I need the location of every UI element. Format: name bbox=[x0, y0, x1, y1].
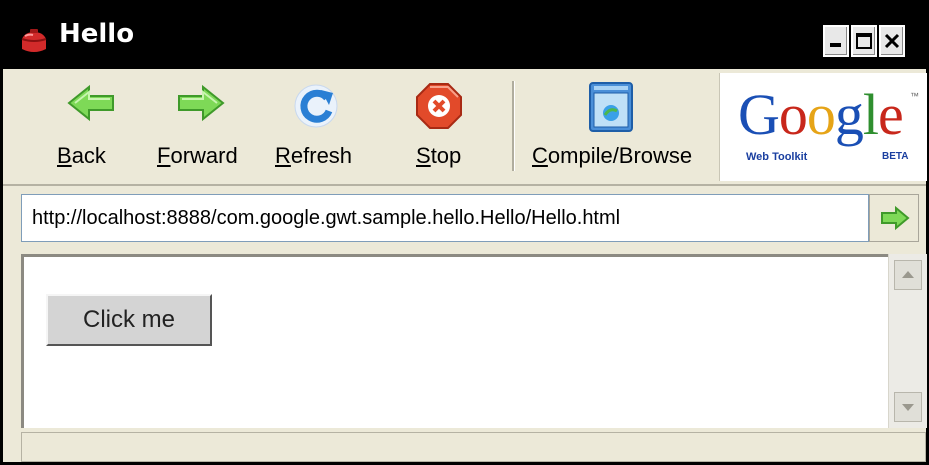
forward-arrow-icon bbox=[178, 84, 225, 122]
page-content: Click me bbox=[21, 254, 888, 428]
refresh-icon bbox=[294, 84, 338, 128]
close-icon bbox=[884, 33, 900, 49]
window-title: Hello bbox=[59, 19, 135, 49]
scroll-down-button[interactable] bbox=[894, 392, 922, 422]
scroll-up-icon bbox=[902, 271, 914, 278]
google-wordmark: Google bbox=[738, 82, 904, 147]
scroll-down-icon bbox=[902, 404, 914, 411]
forward-button[interactable]: Forward bbox=[153, 69, 253, 179]
close-button[interactable] bbox=[879, 25, 905, 57]
stop-icon bbox=[416, 83, 462, 129]
back-arrow-icon bbox=[67, 84, 114, 122]
toolbar-divider bbox=[512, 81, 515, 171]
address-bar: http://localhost:8888/com.google.gwt.sam… bbox=[3, 186, 926, 248]
maximize-icon bbox=[856, 33, 872, 49]
compile-browse-button[interactable]: Compile/Browse bbox=[530, 69, 700, 179]
back-button[interactable]: Back bbox=[55, 69, 135, 179]
minimize-icon bbox=[830, 43, 841, 47]
forward-label: Forward bbox=[157, 143, 238, 168]
minimize-button[interactable] bbox=[823, 25, 849, 57]
status-bar bbox=[21, 432, 926, 462]
compile-browse-label: Compile/Browse bbox=[532, 143, 693, 168]
stop-label: Stop bbox=[416, 143, 462, 168]
logo-trademark: ™ bbox=[910, 91, 919, 101]
gwt-logo: Google ™ Web Toolkit BETA bbox=[719, 73, 927, 181]
refresh-button[interactable]: Refresh bbox=[271, 69, 371, 179]
logo-beta: BETA bbox=[882, 151, 909, 162]
title-bar[interactable]: Hello bbox=[3, 3, 926, 69]
url-field[interactable]: http://localhost:8888/com.google.gwt.sam… bbox=[21, 194, 869, 242]
logo-subtitle: Web Toolkit bbox=[746, 151, 808, 163]
compile-browse-icon bbox=[589, 82, 633, 132]
click-me-button[interactable]: Click me bbox=[46, 294, 212, 346]
go-button[interactable] bbox=[869, 194, 919, 242]
gwt-toolbox-icon bbox=[19, 27, 49, 57]
go-arrow-icon bbox=[881, 205, 910, 231]
back-label: Back bbox=[57, 143, 106, 168]
maximize-button[interactable] bbox=[851, 25, 877, 57]
vertical-scrollbar[interactable] bbox=[888, 254, 927, 428]
browser-window: Hello Back Forward Refresh Stop Compile/… bbox=[0, 0, 929, 465]
refresh-label: Refresh bbox=[275, 143, 353, 168]
scroll-up-button[interactable] bbox=[894, 260, 922, 290]
stop-button[interactable]: Stop bbox=[408, 69, 478, 179]
